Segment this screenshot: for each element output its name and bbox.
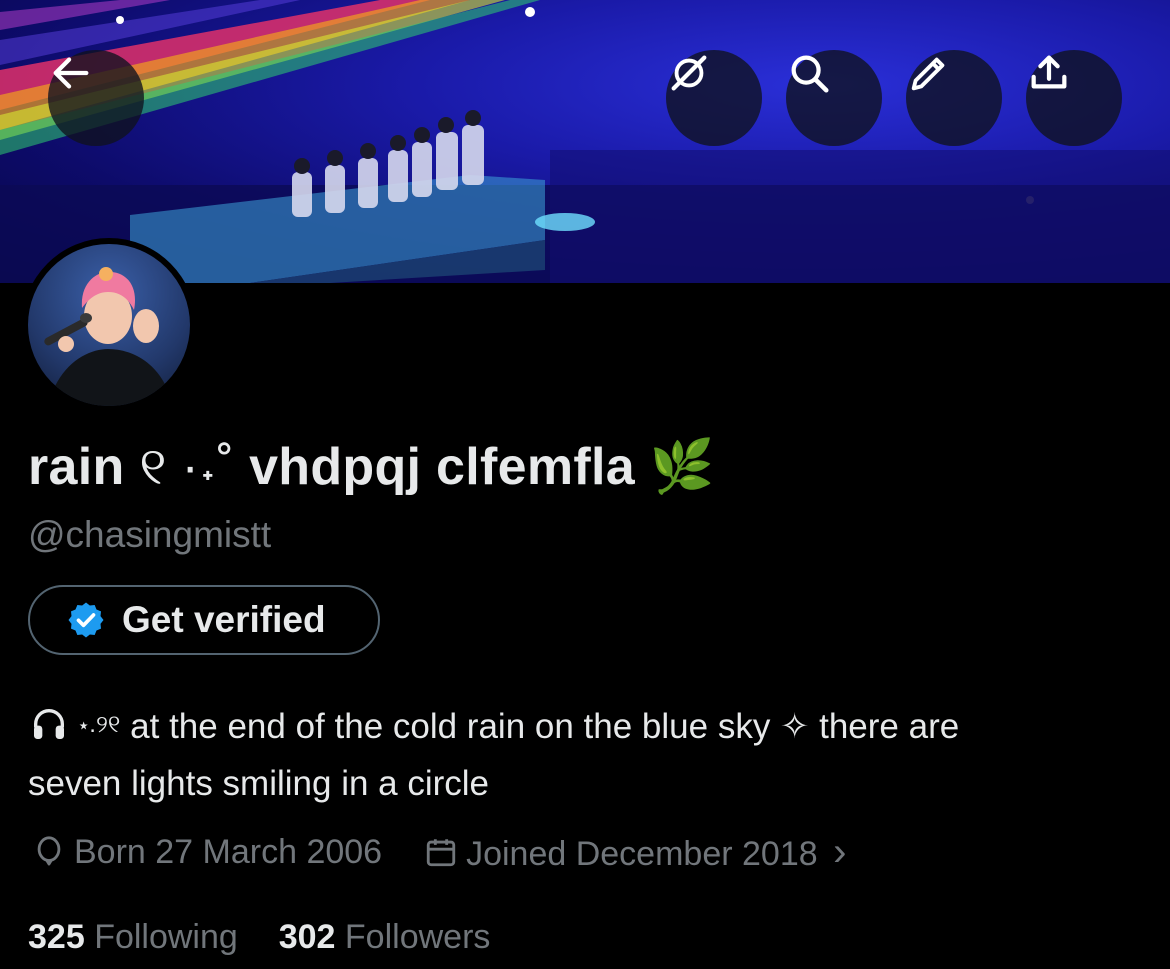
herb-emoji: 🌿 [649,438,715,496]
user-handle: @chasingmistt [28,514,272,555]
birthday-balloon-icon [37,836,61,866]
avatar[interactable] [22,238,196,412]
joined-date-link[interactable]: Joined December 2018 › [466,830,846,875]
calendar-icon [426,839,456,867]
followers-link[interactable]: 302 Followers [279,918,491,956]
bio: ⋆.୨୧ at the end of the cold rain on the … [28,696,1138,812]
followers-label: Followers [344,918,491,956]
bio-text-line-2: seven lights smiling in a circle [28,764,490,803]
profile-banner[interactable] [0,0,1170,283]
verified-badge-icon [68,602,104,638]
display-name-text-end: vhdpqj clfemfla [249,438,635,496]
grok-button[interactable] [666,50,762,146]
share-button[interactable] [1026,50,1122,146]
share-icon [1031,55,1067,89]
bio-line-1: ⋆.୨୧ at the end of the cold rain on the … [28,696,1138,755]
edit-button[interactable] [906,50,1002,146]
bio-decoration: ⋆.୨୧ [78,711,121,738]
following-link[interactable]: 325 Following [28,918,247,956]
display-name: rain ୧ ·˖˚ vhdpqj clfemfla 🌿 [28,436,715,498]
search-button[interactable] [786,50,882,146]
get-verified-label: Get verified [122,599,326,640]
bio-text-line-1: at the end of the cold rain on the blue … [130,707,960,746]
search-icon [791,55,829,93]
following-label: Following [94,918,238,956]
follow-stats: 325 Following 302 Followers [28,918,490,957]
get-verified-button[interactable]: Get verified [28,585,380,655]
grok-icon [671,55,707,91]
headphones-icon [34,709,64,739]
edit-icon [911,57,945,91]
banner-image [0,0,1170,283]
display-name-text-start: rain [28,438,125,496]
birth-date: Born 27 March 2006 [74,832,383,871]
arrow-left-icon [53,57,89,89]
chevron-right-icon: › [833,829,847,874]
back-button[interactable] [48,50,144,146]
profile-meta: Born 27 March 2006 Joined December 2018 … [32,830,846,874]
joined-date: Joined December 2018 [466,834,818,873]
following-count: 325 [28,918,85,956]
followers-count: 302 [278,918,336,956]
avatar-image [28,244,190,406]
display-name-decoration: ୧ ·˖˚ [139,438,235,496]
